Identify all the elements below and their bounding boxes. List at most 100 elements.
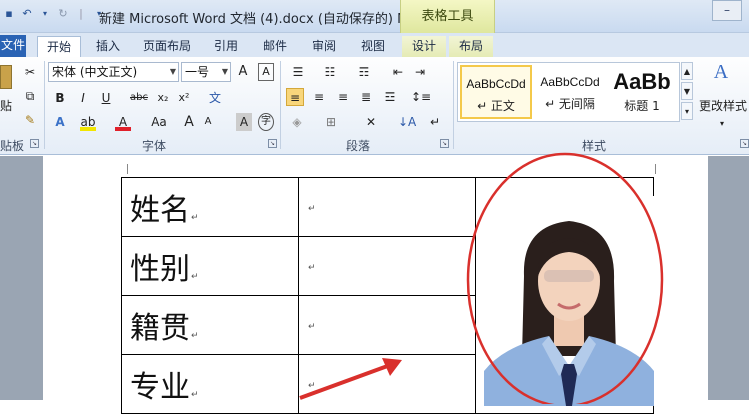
superscript-button[interactable]: x²	[176, 89, 192, 107]
align-left-icon[interactable]: ≡	[286, 88, 304, 106]
table-cell[interactable]: 性别↵	[121, 236, 299, 296]
styles-scroll-down-icon[interactable]: ▼	[681, 82, 693, 100]
minimize-button[interactable]: –	[712, 0, 742, 21]
paragraph-mark: ↵	[191, 390, 199, 400]
save-icon[interactable]: ▪	[2, 7, 16, 21]
font-color-icon[interactable]: A	[115, 113, 131, 131]
tab-table-layout[interactable]: 布局	[449, 36, 493, 57]
tab-references[interactable]: 引用	[206, 36, 246, 57]
tab-review[interactable]: 审阅	[304, 36, 344, 57]
label-hometown: 籍贯	[130, 311, 190, 346]
redo-icon[interactable]: ↻	[56, 7, 70, 21]
change-styles-button[interactable]: 更改样式	[697, 97, 749, 115]
paragraph-mark: ↵	[191, 213, 199, 223]
tab-view[interactable]: 视图	[353, 36, 393, 57]
dropdown-icon[interactable]: ▾	[38, 7, 52, 21]
highlight-icon[interactable]: ab	[80, 113, 96, 131]
align-right-icon[interactable]: ≡	[334, 88, 352, 106]
align-center-icon[interactable]: ≡	[310, 88, 328, 106]
chinese-layout-icon[interactable]: ✕	[362, 113, 380, 131]
clipboard-launcher-icon[interactable]: ↘	[30, 139, 39, 148]
style-name: 标题 1	[624, 99, 660, 113]
borders-icon[interactable]: ⊞	[322, 113, 340, 131]
table-cell[interactable]: ↵	[298, 177, 476, 237]
chevron-down-icon: ▾	[719, 119, 724, 128]
format-painter-icon[interactable]: ✎	[22, 111, 38, 129]
bullets-icon[interactable]: ☰	[288, 63, 308, 81]
tab-insert[interactable]: 插入	[88, 36, 128, 57]
annotation-ellipse	[466, 152, 664, 404]
paragraph-mark: ↵	[308, 322, 316, 332]
style-normal[interactable]: AaBbCcDd ↵ 正文	[460, 65, 532, 119]
chevron-down-icon: ▼	[221, 67, 228, 76]
font-name-value: 宋体 (中文正文)	[52, 65, 138, 79]
paragraph-mark: ↵	[191, 272, 199, 282]
grow-font-icon[interactable]: A	[236, 63, 250, 81]
style-sample: AaBb	[613, 69, 671, 94]
tab-page-layout[interactable]: 页面布局	[136, 36, 198, 57]
style-heading-1[interactable]: AaBb 标题 1	[606, 65, 678, 119]
title-bar: ▪ ↶ ▾ ↻ | ▾ 新建 Microsoft Word 文档 (4).doc…	[0, 0, 749, 33]
subscript-button[interactable]: x₂	[155, 89, 171, 107]
tab-table-design[interactable]: 设计	[402, 36, 446, 57]
strikethrough-button[interactable]: abc	[128, 89, 150, 107]
tab-home[interactable]: 开始	[37, 36, 81, 57]
style-sample: AaBbCcDd	[540, 75, 600, 89]
text-effects-icon[interactable]: A	[52, 113, 68, 131]
paragraph-launcher-icon[interactable]: ↘	[440, 139, 449, 148]
annotation-arrow	[299, 358, 402, 400]
paste-icon[interactable]	[0, 65, 12, 89]
table-cell[interactable]: 籍贯↵	[121, 295, 299, 355]
show-marks-icon[interactable]: ↵	[428, 113, 442, 131]
style-no-spacing[interactable]: AaBbCcDd ↵ 无间隔	[534, 65, 606, 119]
change-styles-icon[interactable]: A	[708, 62, 734, 89]
table-cell[interactable]: 专业↵	[121, 354, 299, 414]
clear-format-icon[interactable]: A	[258, 63, 274, 81]
font-name-combo[interactable]: 宋体 (中文正文) ▼	[48, 62, 179, 82]
distributed-icon[interactable]: ☲	[381, 88, 399, 106]
bold-button[interactable]: B	[52, 89, 68, 107]
styles-scroll-up-icon[interactable]: ▲	[681, 62, 693, 80]
char-shading-icon[interactable]: A	[236, 113, 252, 131]
font-group-label: 字体	[142, 139, 167, 153]
enclose-char-icon[interactable]: 字	[258, 113, 274, 131]
cut-icon[interactable]: ✂	[22, 63, 38, 81]
font-launcher-icon[interactable]: ↘	[268, 139, 277, 148]
multilevel-list-icon[interactable]: ☶	[354, 63, 374, 81]
table-cell[interactable]: 姓名↵	[121, 177, 299, 237]
decrease-indent-icon[interactable]: ⇤	[390, 63, 406, 81]
change-case-button[interactable]: Aa	[148, 113, 170, 131]
table-cell[interactable]: ↵	[298, 295, 476, 355]
shrink-font-button[interactable]: A	[201, 113, 215, 131]
table-cell[interactable]: ↵	[298, 236, 476, 296]
italic-button[interactable]: I	[75, 89, 91, 107]
separator-icon: |	[79, 7, 83, 20]
style-sample: AaBbCcDd	[466, 77, 526, 91]
window-title: 新建 Microsoft Word 文档 (4).docx (自动保存的) M	[99, 12, 409, 27]
justify-icon[interactable]: ≣	[357, 88, 375, 106]
styles-more-icon[interactable]: ▾	[681, 102, 693, 120]
ribbon-tabs: 文件 开始 插入 页面布局 引用 邮件 审阅 视图 设计 布局	[0, 33, 749, 57]
grow-font-button[interactable]: A	[182, 113, 196, 131]
increase-indent-icon[interactable]: ⇥	[412, 63, 428, 81]
document-page[interactable]: 姓名↵ ↵ 性别↵ ↵ 籍贯↵ ↵ 专业↵ ↵	[43, 152, 708, 414]
paragraph-group-label: 段落	[346, 139, 371, 153]
paragraph-mark: ↵	[191, 331, 199, 341]
underline-button[interactable]: U	[98, 89, 114, 107]
paragraph-mark: ↵	[308, 204, 316, 214]
numbering-icon[interactable]: ☷	[320, 63, 340, 81]
tab-mailings[interactable]: 邮件	[255, 36, 295, 57]
tab-file[interactable]: 文件	[0, 35, 26, 57]
line-spacing-icon[interactable]: ↕≡	[410, 88, 432, 106]
font-size-combo[interactable]: 一号 ▼	[181, 62, 231, 82]
paragraph-mark: ↵	[308, 263, 316, 273]
paste-button-label[interactable]: 贴	[0, 97, 12, 115]
copy-icon[interactable]: ⧉	[22, 87, 38, 105]
shading-icon[interactable]: ◈	[288, 113, 306, 131]
undo-icon[interactable]: ↶	[20, 7, 34, 21]
group-separator	[280, 61, 281, 149]
document-area: 姓名↵ ↵ 性别↵ ↵ 籍贯↵ ↵ 专业↵ ↵	[0, 152, 749, 414]
styles-launcher-icon[interactable]: ↘	[740, 139, 749, 148]
phonetic-guide-icon[interactable]: 文	[206, 89, 224, 107]
sort-icon[interactable]: ↓A	[398, 113, 416, 131]
